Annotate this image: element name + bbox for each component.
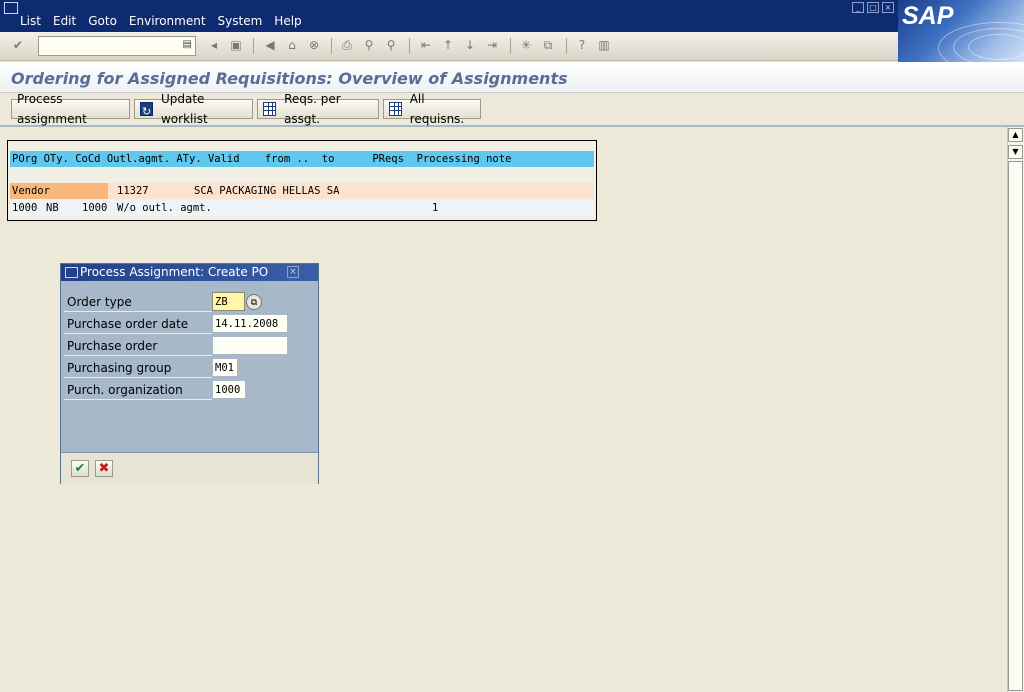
all-requisns-button[interactable]: All requisns. — [383, 92, 481, 126]
toolbar-separator — [331, 38, 332, 54]
dialog-window-icon — [65, 267, 78, 278]
toolbar-separator — [510, 38, 511, 54]
purch-organization-input[interactable]: 1000 — [212, 380, 246, 399]
cancel-icon: ✖ — [98, 461, 110, 476]
scroll-up-icon[interactable]: ▲ — [1008, 128, 1023, 142]
find-next-icon[interactable]: ⚲ — [384, 38, 398, 52]
layout-icon[interactable]: ▥ — [597, 38, 611, 52]
list-header: POrg OTy. CoCd Outl.agmt. ATy. Valid fro… — [10, 151, 594, 167]
menu-item-edit[interactable]: Edit — [53, 14, 76, 28]
purchasing-group-input[interactable]: M01 — [212, 358, 238, 377]
reqs-per-assgt-button[interactable]: Reqs. per assgt. — [257, 92, 379, 126]
outline-agreement-cell: W/o outl. agmt. — [117, 202, 212, 214]
find-icon[interactable]: ⚲ — [362, 38, 376, 52]
save-icon[interactable]: ▣ — [229, 38, 243, 52]
continue-button[interactable]: ✔ — [71, 460, 89, 477]
system-menu-icon[interactable] — [4, 2, 18, 14]
porg-cell: 1000 — [12, 202, 38, 214]
table-icon — [263, 102, 277, 116]
vendor-label: Vendor — [10, 183, 108, 199]
menu: List Edit Goto Environment System Help — [20, 14, 314, 28]
shortcut-icon[interactable]: ⧉ — [541, 38, 555, 52]
vendor-number[interactable]: 11327 — [117, 183, 149, 199]
create-session-icon[interactable]: ✳ — [519, 38, 533, 52]
sap-logo: SAP — [898, 0, 1024, 74]
maximize-icon[interactable]: □ — [867, 2, 879, 13]
vendor-row[interactable]: Vendor 11327 SCA PACKAGING HELLAS SA — [10, 183, 594, 199]
window-controls: _ □ × — [852, 2, 894, 13]
scrollbar-thumb[interactable] — [1008, 161, 1023, 691]
refresh-icon — [140, 102, 153, 122]
purchase-order-date-label: Purchase order date — [64, 314, 212, 334]
menu-item-system[interactable]: System — [218, 14, 263, 28]
toolbar-separator — [409, 38, 410, 54]
purch-organization-label: Purch. organization — [64, 380, 212, 400]
create-po-dialog: Process Assignment: Create PO × Order ty… — [60, 263, 319, 484]
update-worklist-button[interactable]: Update worklist — [134, 92, 253, 126]
company-code-cell: 1000 — [82, 202, 108, 214]
back-arrow-icon[interactable]: ◂ — [207, 38, 221, 52]
dialog-title: Process Assignment: Create PO — [80, 265, 269, 279]
menu-item-environment[interactable]: Environment — [129, 14, 206, 28]
close-icon[interactable]: × — [882, 2, 894, 13]
previous-page-icon[interactable]: ↑ — [441, 38, 455, 52]
menu-item-list[interactable]: List — [20, 14, 41, 28]
screen-title-bar: Ordering for Assigned Requisitions: Over… — [0, 62, 1024, 93]
vertical-scrollbar[interactable]: ▲ ▼ — [1007, 127, 1024, 692]
table-row[interactable]: 1000 NB 1000 W/o outl. agmt. 1 — [10, 200, 594, 216]
application-toolbar: Process assignment Update worklist Reqs.… — [0, 92, 1024, 127]
last-page-icon[interactable]: ⇥ — [485, 38, 499, 52]
vendor-name: SCA PACKAGING HELLAS SA — [194, 185, 340, 197]
help-icon[interactable]: ? — [575, 38, 589, 52]
scroll-down-icon[interactable]: ▼ — [1008, 145, 1023, 159]
back-icon[interactable]: ◀ — [263, 38, 277, 52]
purchase-order-date-input[interactable]: 14.11.2008 — [212, 314, 288, 333]
all-requisns-label: All requisns. — [409, 92, 465, 126]
first-page-icon[interactable]: ⇤ — [419, 38, 433, 52]
command-history-icon[interactable]: ▤ — [183, 39, 192, 50]
reqs-per-assgt-label: Reqs. per assgt. — [284, 92, 341, 126]
menu-item-goto[interactable]: Goto — [88, 14, 117, 28]
dialog-title-bar: Process Assignment: Create PO × — [61, 264, 318, 281]
exit-icon[interactable]: ⌂ — [285, 38, 299, 52]
next-page-icon[interactable]: ↓ — [463, 38, 477, 52]
dialog-footer: ✔ ✖ — [61, 452, 318, 484]
preqs-cell: 1 — [432, 202, 439, 214]
print-icon[interactable]: ⎙ — [340, 38, 354, 52]
process-assignment-label: Process assignment — [17, 92, 87, 126]
order-type-label: Order type — [64, 292, 212, 312]
assignment-list: POrg OTy. CoCd Outl.agmt. ATy. Valid fro… — [7, 140, 597, 221]
toolbar-separator — [253, 38, 254, 54]
update-worklist-label: Update worklist — [160, 92, 208, 126]
purchase-order-input[interactable] — [212, 336, 288, 355]
cancel-icon[interactable]: ⊗ — [307, 38, 321, 52]
continue-icon: ✔ — [74, 461, 86, 476]
table-icon — [389, 102, 402, 116]
menu-item-help[interactable]: Help — [274, 14, 301, 28]
command-field[interactable]: ▤ — [38, 36, 196, 56]
menu-bar: List Edit Goto Environment System Help _… — [0, 0, 1024, 32]
cancel-button[interactable]: ✖ — [95, 460, 113, 477]
page-title: Ordering for Assigned Requisitions: Over… — [11, 69, 568, 88]
order-type-cell: NB — [46, 202, 59, 214]
purchasing-group-label: Purchasing group — [64, 358, 212, 378]
purchase-order-label: Purchase order — [64, 336, 212, 356]
enter-icon[interactable]: ✔ — [11, 38, 25, 52]
minimize-icon[interactable]: _ — [852, 2, 864, 13]
value-help-icon[interactable]: ⧉ — [246, 294, 262, 310]
standard-toolbar: ✔ ▤ ◂ ▣ ◀ ⌂ ⊗ ⎙ ⚲ ⚲ ⇤ ↑ ↓ ⇥ ✳ ⧉ ? ▥ — [0, 32, 898, 61]
order-type-input[interactable]: ZB — [212, 292, 245, 311]
dialog-close-icon[interactable]: × — [287, 266, 299, 278]
sap-logo-text: SAP — [902, 2, 954, 30]
toolbar-separator — [566, 38, 567, 54]
process-assignment-button[interactable]: Process assignment — [11, 92, 130, 126]
